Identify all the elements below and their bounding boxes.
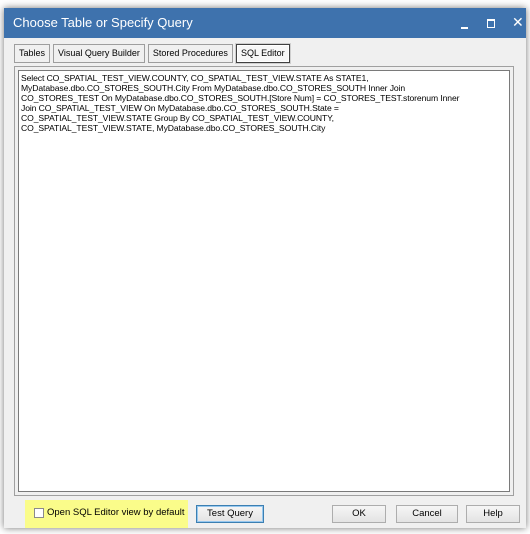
- help-button[interactable]: Help: [466, 505, 520, 523]
- close-icon[interactable]: ✕: [504, 8, 530, 38]
- window-title: Choose Table or Specify Query: [13, 15, 193, 30]
- test-query-button[interactable]: Test Query: [196, 505, 264, 523]
- tab-stored-procedures[interactable]: Stored Procedures: [147, 44, 233, 63]
- ok-button[interactable]: OK: [332, 505, 386, 523]
- tab-strip: Tables Visual Query Builder Stored Proce…: [14, 44, 290, 63]
- tab-sql-editor[interactable]: SQL Editor: [235, 44, 290, 63]
- sql-editor-textarea[interactable]: Select CO_SPATIAL_TEST_VIEW.COUNTY, CO_S…: [18, 70, 510, 492]
- tab-visual-query-builder[interactable]: Visual Query Builder: [53, 44, 145, 63]
- dialog-window: Choose Table or Specify Query ✕ Tables V…: [4, 8, 526, 528]
- title-bar[interactable]: Choose Table or Specify Query ✕: [4, 8, 526, 38]
- tab-tables[interactable]: Tables: [14, 44, 51, 63]
- minimize-icon[interactable]: [452, 8, 478, 38]
- open-sql-editor-default-checkbox[interactable]: [34, 508, 44, 518]
- checkbox-label[interactable]: Open SQL Editor view by default: [47, 507, 184, 518]
- sql-editor-panel: Select CO_SPATIAL_TEST_VIEW.COUNTY, CO_S…: [14, 66, 514, 496]
- dialog-body: Tables Visual Query Builder Stored Proce…: [10, 38, 520, 522]
- maximize-icon[interactable]: [478, 8, 504, 38]
- cancel-button[interactable]: Cancel: [396, 505, 458, 523]
